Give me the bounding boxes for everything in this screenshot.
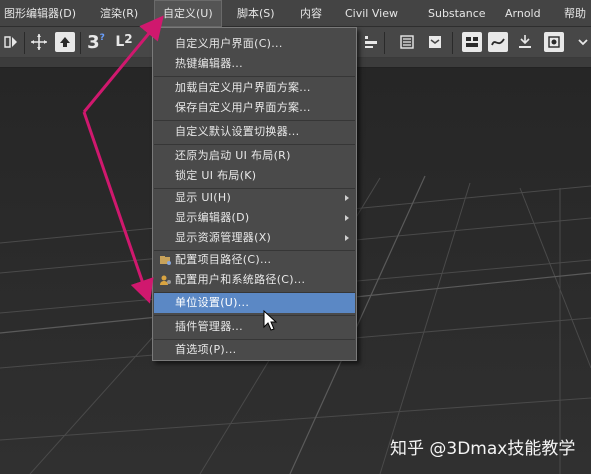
menu-item-units-setup[interactable]: 单位设置(U)... bbox=[154, 293, 355, 313]
menu-bar: 图形编辑器(D) 渲染(R) 自定义(U) 脚本(S) 内容 Civil Vie… bbox=[0, 0, 591, 27]
material-editor-icon[interactable] bbox=[544, 32, 564, 52]
snap-label: 3 bbox=[87, 31, 100, 53]
submenu-arrow-icon bbox=[345, 215, 349, 221]
toolbar-divider bbox=[452, 32, 453, 54]
user-paths-icon bbox=[160, 275, 171, 285]
list-icon[interactable] bbox=[396, 31, 418, 53]
menu-separator bbox=[154, 120, 355, 121]
menu-item-label: 显示 UI(H) bbox=[175, 191, 232, 204]
mirror-icon[interactable] bbox=[0, 31, 22, 53]
menu-item-label: 显示资源管理器(X) bbox=[175, 231, 272, 244]
menu-separator bbox=[154, 144, 355, 145]
menu-item-hotkey-editor[interactable]: 热键编辑器... bbox=[154, 54, 355, 74]
menu-content[interactable]: 内容 bbox=[300, 0, 322, 27]
menu-item-customize-ui[interactable]: 自定义用户界面(C)... bbox=[154, 34, 355, 54]
menu-customize[interactable]: 自定义(U) bbox=[154, 0, 222, 27]
menu-rendering[interactable]: 渲染(R) bbox=[100, 0, 138, 27]
watermark: 知乎 @3Dmax技能教学 bbox=[390, 439, 576, 459]
toolbar-divider bbox=[384, 32, 385, 54]
menu-item-revert-startup-layout[interactable]: 还原为启动 UI 布局(R) bbox=[154, 146, 355, 166]
menu-substance[interactable]: Substance bbox=[428, 0, 486, 27]
menu-item-label: 显示编辑器(D) bbox=[175, 211, 250, 224]
menu-item-project-paths[interactable]: 配置项目路径(C)... bbox=[154, 250, 355, 270]
move-icon[interactable] bbox=[28, 31, 50, 53]
menu-item-plugin-manager[interactable]: 插件管理器... bbox=[154, 317, 355, 337]
folder-settings-icon bbox=[160, 256, 171, 265]
menu-scripting[interactable]: 脚本(S) bbox=[237, 0, 275, 27]
submenu-arrow-icon bbox=[345, 235, 349, 241]
layer-icon[interactable] bbox=[424, 31, 446, 53]
menu-separator bbox=[154, 315, 355, 316]
menu-separator bbox=[154, 76, 355, 77]
menu-item-user-system-paths[interactable]: 配置用户和系统路径(C)... bbox=[154, 270, 355, 290]
curve-editor-icon[interactable] bbox=[488, 32, 508, 52]
menu-item-preferences[interactable]: 首选项(P)... bbox=[154, 340, 355, 360]
snap-dot: ? bbox=[99, 33, 105, 43]
select-object-icon[interactable] bbox=[55, 32, 75, 52]
menu-item-defaults-switcher[interactable]: 自定义默认设置切换器... bbox=[154, 122, 355, 142]
submenu-arrow-icon bbox=[345, 195, 349, 201]
menu-item-label: 配置用户和系统路径(C)... bbox=[175, 273, 306, 286]
menu-item-lock-ui-layout[interactable]: 锁定 UI 布局(K) bbox=[154, 166, 355, 186]
toolbar-divider bbox=[24, 32, 25, 54]
angle-label: 2 bbox=[124, 32, 133, 46]
graph-editor-icon[interactable] bbox=[462, 32, 482, 52]
menu-help[interactable]: 帮助 bbox=[564, 0, 586, 27]
menu-item-show-explorers[interactable]: 显示资源管理器(X) bbox=[154, 228, 355, 248]
menu-civil-view[interactable]: Civil View bbox=[345, 0, 398, 27]
customize-menu: 自定义用户界面(C)... 热键编辑器... 加载自定义用户界面方案... 保存… bbox=[152, 27, 357, 361]
snap-3-icon[interactable]: 3? bbox=[85, 31, 107, 53]
align-icon[interactable] bbox=[360, 31, 382, 53]
menu-item-load-ui-scheme[interactable]: 加载自定义用户界面方案... bbox=[154, 78, 355, 98]
chevron-down-icon[interactable] bbox=[572, 31, 591, 53]
angle-snap-icon[interactable]: L2 bbox=[113, 31, 135, 53]
menu-graph-editors[interactable]: 图形编辑器(D) bbox=[4, 0, 76, 27]
menu-item-show-ui[interactable]: 显示 UI(H) bbox=[154, 188, 355, 208]
angle-glyph: L bbox=[115, 34, 125, 50]
menu-arnold[interactable]: Arnold bbox=[505, 0, 541, 27]
toolbar-divider bbox=[80, 32, 81, 54]
menu-item-save-ui-scheme[interactable]: 保存自定义用户界面方案... bbox=[154, 98, 355, 118]
schematic-icon[interactable] bbox=[514, 31, 536, 53]
menu-item-show-editors[interactable]: 显示编辑器(D) bbox=[154, 208, 355, 228]
menu-item-label: 配置项目路径(C)... bbox=[175, 253, 272, 266]
